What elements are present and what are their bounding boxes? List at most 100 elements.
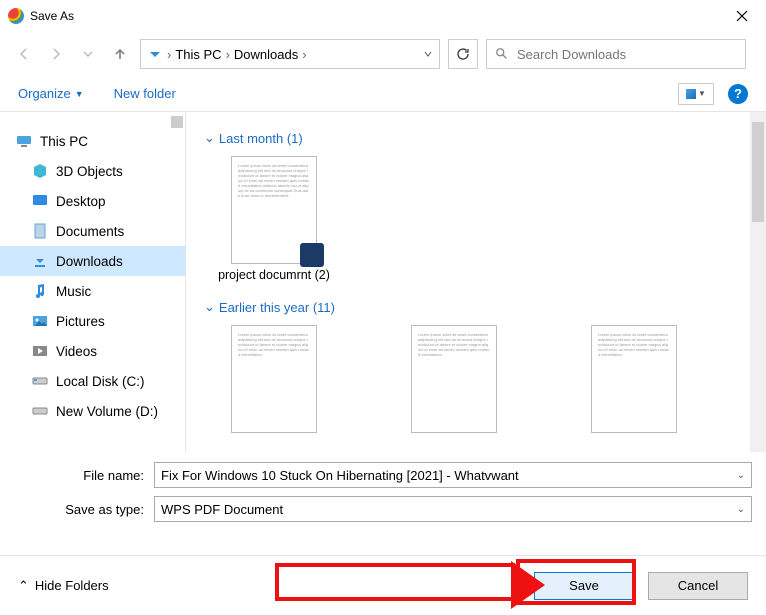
body: This PC 3D Objects Desktop Documents Dow… (0, 112, 766, 452)
desktop-icon (32, 193, 48, 209)
new-folder-label: New folder (114, 86, 176, 101)
download-icon (32, 253, 48, 269)
music-icon (32, 283, 48, 299)
file-row: Lorem ipsum dolor sit amet consectetur a… (204, 156, 748, 283)
content-pane: ⌄ Last month (1) Lorem ipsum dolor sit a… (186, 112, 766, 452)
file-thumbnail: Lorem ipsum dolor sit amet consectetur a… (591, 325, 677, 433)
refresh-icon (456, 47, 470, 61)
content-scrollbar[interactable] (750, 112, 766, 452)
breadcrumb-dropdown[interactable] (423, 47, 433, 62)
sidebar-item-label: New Volume (D:) (56, 404, 158, 419)
file-item[interactable]: Lorem ipsum dolor sit amet consectetur a… (384, 325, 524, 433)
chrome-icon (8, 8, 24, 24)
navbar: › This PC › Downloads › (0, 32, 766, 76)
caret-down-icon: ▼ (75, 89, 84, 99)
help-button[interactable]: ? (728, 84, 748, 104)
up-button[interactable] (108, 42, 132, 66)
caret-down-icon: ⌄ (737, 470, 745, 481)
sidebar-item-documents[interactable]: Documents (0, 216, 185, 246)
sidebar-item-label: Music (56, 284, 91, 299)
chevron-up-icon: ⌃ (18, 578, 29, 594)
group-header-last-month[interactable]: ⌄ Last month (1) (204, 130, 748, 146)
videos-icon (32, 343, 48, 359)
sidebar-scrollbar[interactable] (169, 112, 185, 452)
hide-folders-toggle[interactable]: ⌃ Hide Folders (18, 578, 109, 594)
organize-label: Organize (18, 86, 71, 101)
refresh-button[interactable] (448, 39, 478, 69)
file-item[interactable]: Lorem ipsum dolor sit amet consectetur a… (204, 325, 344, 433)
pc-icon (16, 133, 32, 149)
file-thumbnail: Lorem ipsum dolor sit amet consectetur a… (231, 325, 317, 433)
file-item[interactable]: Lorem ipsum dolor sit amet consectetur a… (204, 156, 344, 283)
sidebar-item-videos[interactable]: Videos (0, 336, 185, 366)
form-area: File name: ⌄ Save as type: WPS PDF Docum… (0, 452, 766, 522)
window-title: Save As (30, 9, 74, 23)
titlebar: Save As (0, 0, 766, 32)
new-folder-button[interactable]: New folder (114, 86, 176, 101)
recent-dropdown[interactable] (76, 42, 100, 66)
chevron-right-icon: › (167, 47, 171, 62)
breadcrumb[interactable]: › This PC › Downloads › (140, 39, 440, 69)
caret-down-icon: ⌄ (737, 504, 745, 515)
sidebar-item-label: Desktop (56, 194, 106, 209)
breadcrumb-folder[interactable]: Downloads (234, 47, 298, 62)
cube-icon (32, 163, 48, 179)
caret-down-icon: ▼ (698, 89, 706, 98)
sidebar-item-label: Videos (56, 344, 97, 359)
chevron-down-icon: ⌄ (204, 299, 215, 315)
toolbar: Organize ▼ New folder ▼ ? (0, 76, 766, 112)
group-label: Earlier this year (11) (219, 300, 335, 315)
chevron-right-icon: › (302, 47, 306, 62)
breadcrumb-root[interactable]: This PC (175, 47, 221, 62)
sidebar-item-this-pc[interactable]: This PC (0, 126, 185, 156)
back-button[interactable] (12, 42, 36, 66)
sidebar-item-music[interactable]: Music (0, 276, 185, 306)
filename-input[interactable] (161, 468, 737, 483)
search-input[interactable] (517, 47, 737, 62)
filename-combo[interactable]: ⌄ (154, 462, 752, 488)
pictures-icon (32, 313, 48, 329)
disk-icon (32, 373, 48, 389)
sidebar-item-label: Local Disk (C:) (56, 374, 145, 389)
sidebar-item-label: Downloads (56, 254, 123, 269)
view-toggle[interactable]: ▼ (678, 83, 714, 105)
sidebar-item-local-disk-c[interactable]: Local Disk (C:) (0, 366, 185, 396)
sidebar-item-3d-objects[interactable]: 3D Objects (0, 156, 185, 186)
organize-menu[interactable]: Organize ▼ (18, 86, 84, 101)
chevron-right-icon: › (226, 47, 230, 62)
cancel-button[interactable]: Cancel (648, 572, 748, 600)
type-combo[interactable]: WPS PDF Document ⌄ (154, 496, 752, 522)
group-header-earlier-year[interactable]: ⌄ Earlier this year (11) (204, 299, 748, 315)
pdf-badge-icon (300, 243, 324, 267)
close-button[interactable] (726, 0, 758, 32)
file-thumbnail: Lorem ipsum dolor sit amet consectetur a… (411, 325, 497, 433)
type-label: Save as type: (14, 502, 154, 517)
file-name: project documrnt (2) (218, 268, 330, 283)
sidebar-item-label: This PC (40, 134, 88, 149)
sidebar-item-label: Pictures (56, 314, 105, 329)
thumbnail-view-icon (686, 89, 696, 99)
sidebar: This PC 3D Objects Desktop Documents Dow… (0, 112, 186, 452)
sidebar-item-label: Documents (56, 224, 124, 239)
file-thumbnail: Lorem ipsum dolor sit amet consectetur a… (231, 156, 317, 264)
download-arrow-icon (147, 46, 163, 62)
disk-icon (32, 403, 48, 419)
sidebar-item-downloads[interactable]: Downloads (0, 246, 185, 276)
filename-label: File name: (14, 468, 154, 483)
file-item[interactable]: Lorem ipsum dolor sit amet consectetur a… (564, 325, 704, 433)
annotation-arrow (275, 563, 515, 601)
search-icon (495, 47, 509, 61)
sidebar-item-desktop[interactable]: Desktop (0, 186, 185, 216)
group-label: Last month (1) (219, 131, 303, 146)
document-icon (32, 223, 48, 239)
forward-button[interactable] (44, 42, 68, 66)
sidebar-item-label: 3D Objects (56, 164, 123, 179)
search-box[interactable] (486, 39, 746, 69)
chevron-down-icon: ⌄ (204, 130, 215, 146)
sidebar-item-pictures[interactable]: Pictures (0, 306, 185, 336)
close-icon (736, 10, 748, 22)
hide-folders-label: Hide Folders (35, 578, 109, 593)
sidebar-item-new-volume-d[interactable]: New Volume (D:) (0, 396, 185, 426)
file-row: Lorem ipsum dolor sit amet consectetur a… (204, 325, 748, 433)
type-value: WPS PDF Document (161, 502, 737, 517)
